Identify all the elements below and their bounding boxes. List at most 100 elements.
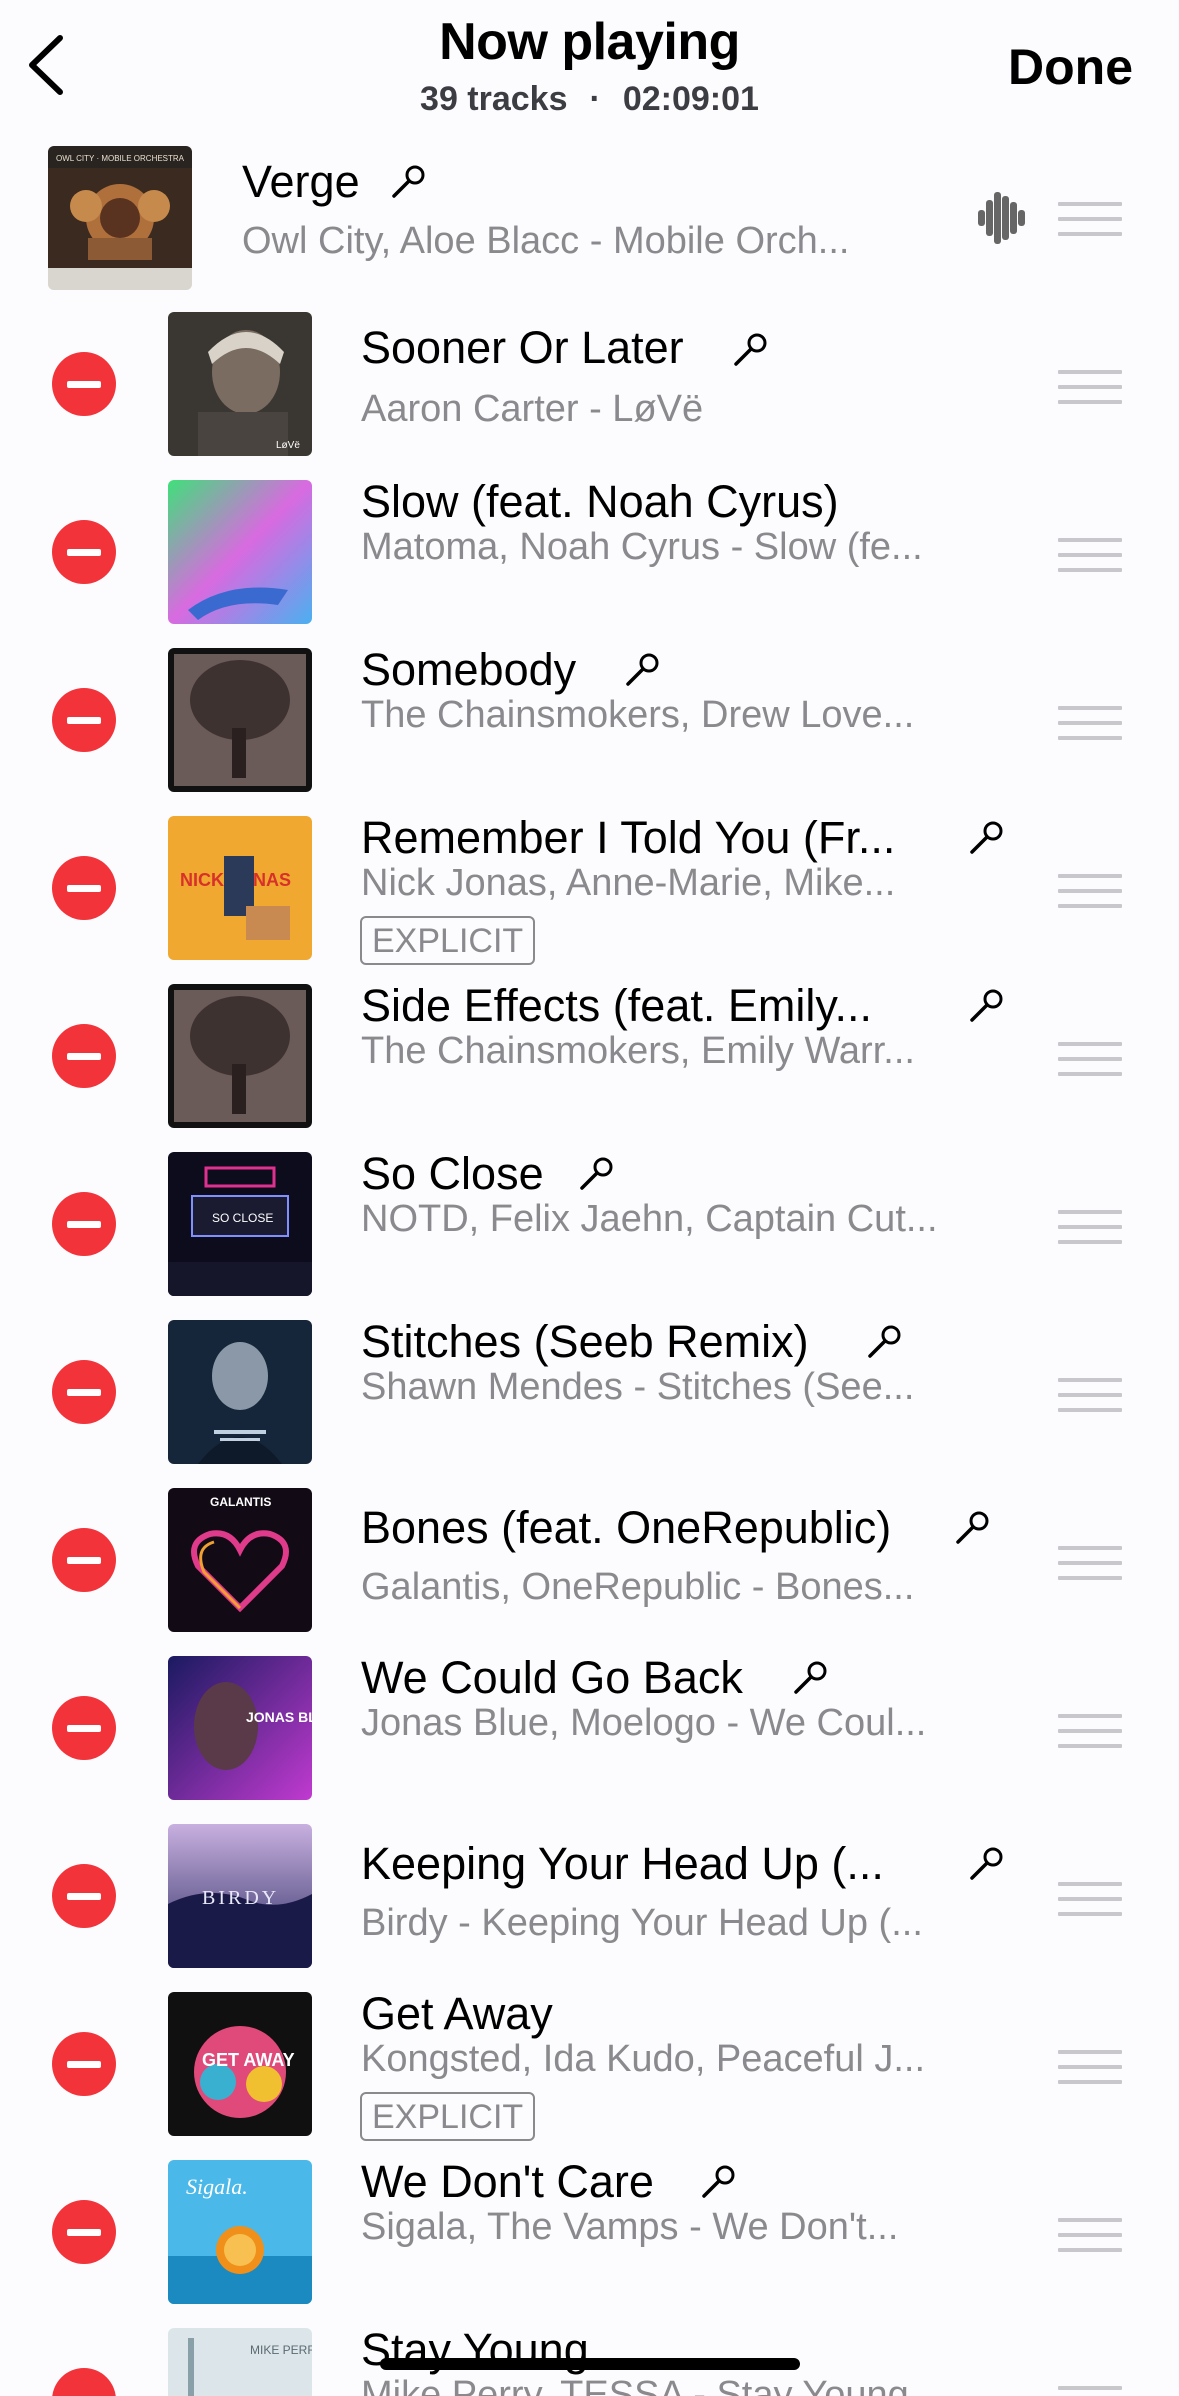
track-artwork: BIRDY [168, 1824, 312, 1968]
track-title: We Don't Care [361, 2156, 654, 2207]
track-title: Keeping Your Head Up (... [361, 1838, 884, 1889]
track-subtitle: Matoma, Noah Cyrus - Slow (fe... [361, 526, 923, 568]
microphone-icon [970, 1847, 1003, 1880]
drag-handle-icon[interactable] [1058, 1378, 1122, 1412]
done-button[interactable]: Done [1008, 38, 1133, 96]
total-duration: 02:09:01 [622, 80, 759, 118]
remove-track-button[interactable] [52, 1696, 116, 1760]
microphone-icon [702, 2165, 735, 2198]
current-track-artwork: OWL CITY · MOBILE ORCHESTRA [48, 146, 192, 290]
track-art-label: GET AWAY [202, 2050, 295, 2070]
track-artwork: GALANTIS [168, 1488, 312, 1632]
track-subtitle: Kongsted, Ida Kudo, Peaceful J... [361, 2038, 926, 2080]
track-subtitle: Shawn Mendes - Stitches (See... [361, 1366, 915, 1408]
track-title: Somebody [361, 644, 577, 695]
track-subtitle: NOTD, Felix Jaehn, Captain Cut... [361, 1198, 938, 1240]
microphone-icon [868, 1325, 901, 1358]
track-subtitle: Jonas Blue, Moelogo - We Coul... [361, 1702, 927, 1744]
track-artwork: GET AWAY [168, 1992, 312, 2136]
track-artwork [168, 1320, 312, 1464]
queue-row: SO CLOSE So Close NOTD, Felix Jaehn, Cap… [0, 1140, 1179, 1308]
drag-handle-icon[interactable] [1058, 2050, 1122, 2084]
drag-handle-icon[interactable] [1058, 1210, 1122, 1244]
track-art-label: SO CLOSE [212, 1211, 273, 1225]
remove-track-button[interactable] [52, 2368, 116, 2396]
track-artwork: LøVë [168, 312, 312, 456]
microphone-icon [794, 1661, 827, 1694]
drag-handle-icon[interactable] [1058, 1882, 1122, 1916]
track-artwork [168, 648, 312, 792]
microphone-icon [970, 989, 1003, 1022]
explicit-badge: EXPLICIT [360, 916, 536, 965]
track-title: Slow (feat. Noah Cyrus) [361, 476, 839, 527]
remove-track-button[interactable] [52, 688, 116, 752]
queue-row: Sigala. We Don't Care Sigala, The Vamps … [0, 2148, 1179, 2316]
drag-handle-icon[interactable] [1058, 874, 1122, 908]
queue-summary: 39 tracks · 02:09:01 [0, 80, 1179, 119]
track-title: Side Effects (feat. Emily... [361, 980, 873, 1031]
track-art-label: LøVë [276, 440, 300, 451]
remove-track-button[interactable] [52, 1360, 116, 1424]
current-track-subtitle: Owl City, Aloe Blacc - Mobile Orch... [242, 220, 850, 262]
queue-row: GET AWAY Get Away Kongsted, Ida Kudo, Pe… [0, 1980, 1179, 2148]
current-track-title: Verge [242, 156, 360, 207]
remove-track-button[interactable] [52, 352, 116, 416]
track-artwork: NICK JONAS [168, 816, 312, 960]
queue-row: MIKE PERRY Stay Young Mike Perry, TESSA … [0, 2316, 1179, 2396]
page-title: Now playing [439, 13, 740, 71]
remove-track-button[interactable] [52, 856, 116, 920]
drag-handle-icon[interactable] [1058, 1042, 1122, 1076]
home-indicator[interactable] [380, 2358, 800, 2370]
drag-handle-icon[interactable] [1058, 2386, 1122, 2396]
current-track-art-label: OWL CITY · MOBILE ORCHESTRA [56, 154, 185, 163]
queue-row: Side Effects (feat. Emily... The Chainsm… [0, 972, 1179, 1140]
drag-handle-icon[interactable] [1058, 370, 1122, 404]
remove-track-button[interactable] [52, 2200, 116, 2264]
remove-track-button[interactable] [52, 1024, 116, 1088]
track-title: We Could Go Back [361, 1652, 743, 1703]
track-art-label: JONAS BLUE [246, 1709, 312, 1725]
queue-row: Stitches (Seeb Remix) Shawn Mendes - Sti… [0, 1308, 1179, 1476]
track-art-label: BIRDY [202, 1887, 279, 1909]
remove-track-button[interactable] [52, 1864, 116, 1928]
drag-handle-icon[interactable] [1058, 706, 1122, 740]
track-subtitle: Mike Perry, TESSA - Stay Young [361, 2374, 909, 2396]
drag-handle-icon[interactable] [1058, 538, 1122, 572]
microphone-icon [970, 821, 1003, 854]
queue-row: JONAS BLUE We Could Go Back Jonas Blue, … [0, 1644, 1179, 1812]
drag-handle-icon[interactable] [1058, 2218, 1122, 2252]
explicit-badge: EXPLICIT [360, 2092, 536, 2141]
track-artwork [168, 984, 312, 1128]
track-subtitle: Nick Jonas, Anne-Marie, Mike... [361, 862, 896, 904]
queue-row: Slow (feat. Noah Cyrus) Matoma, Noah Cyr… [0, 468, 1179, 636]
track-title: So Close [361, 1148, 544, 1199]
track-art-label: GALANTIS [210, 1495, 271, 1509]
header: Now playing 39 tracks · 02:09:01 Done [0, 0, 1179, 140]
sound-wave-icon [978, 192, 1025, 244]
drag-handle-icon[interactable] [1058, 1714, 1122, 1748]
drag-handle-icon[interactable] [1058, 202, 1122, 236]
track-title: Stitches (Seeb Remix) [361, 1316, 809, 1367]
track-title: Remember I Told You (Fr... [361, 812, 896, 863]
track-subtitle: The Chainsmokers, Drew Love... [361, 694, 915, 736]
track-subtitle: Birdy - Keeping Your Head Up (... [361, 1902, 923, 1944]
drag-handle-icon[interactable] [1058, 1546, 1122, 1580]
microphone-icon [626, 653, 659, 686]
summary-separator: · [589, 80, 601, 118]
track-artwork: MIKE PERRY [168, 2328, 312, 2396]
track-subtitle: Sigala, The Vamps - We Don't... [361, 2206, 899, 2248]
track-count: 39 tracks [420, 80, 568, 118]
remove-track-button[interactable] [52, 2032, 116, 2096]
queue-row: NICK JONAS Remember I Told You (Fr... Ni… [0, 804, 1179, 972]
track-artwork: Sigala. [168, 2160, 312, 2304]
remove-track-button[interactable] [52, 1192, 116, 1256]
remove-track-button[interactable] [52, 520, 116, 584]
microphone-icon [580, 1157, 613, 1190]
microphone-icon [734, 333, 767, 366]
microphone-icon [956, 1511, 989, 1544]
remove-track-button[interactable] [52, 1528, 116, 1592]
track-subtitle: Galantis, OneRepublic - Bones... [361, 1566, 915, 1608]
track-artwork: SO CLOSE [168, 1152, 312, 1296]
queue-row: Somebody The Chainsmokers, Drew Love... [0, 636, 1179, 804]
queue-row: GALANTIS Bones (feat. OneRepublic) Galan… [0, 1476, 1179, 1644]
